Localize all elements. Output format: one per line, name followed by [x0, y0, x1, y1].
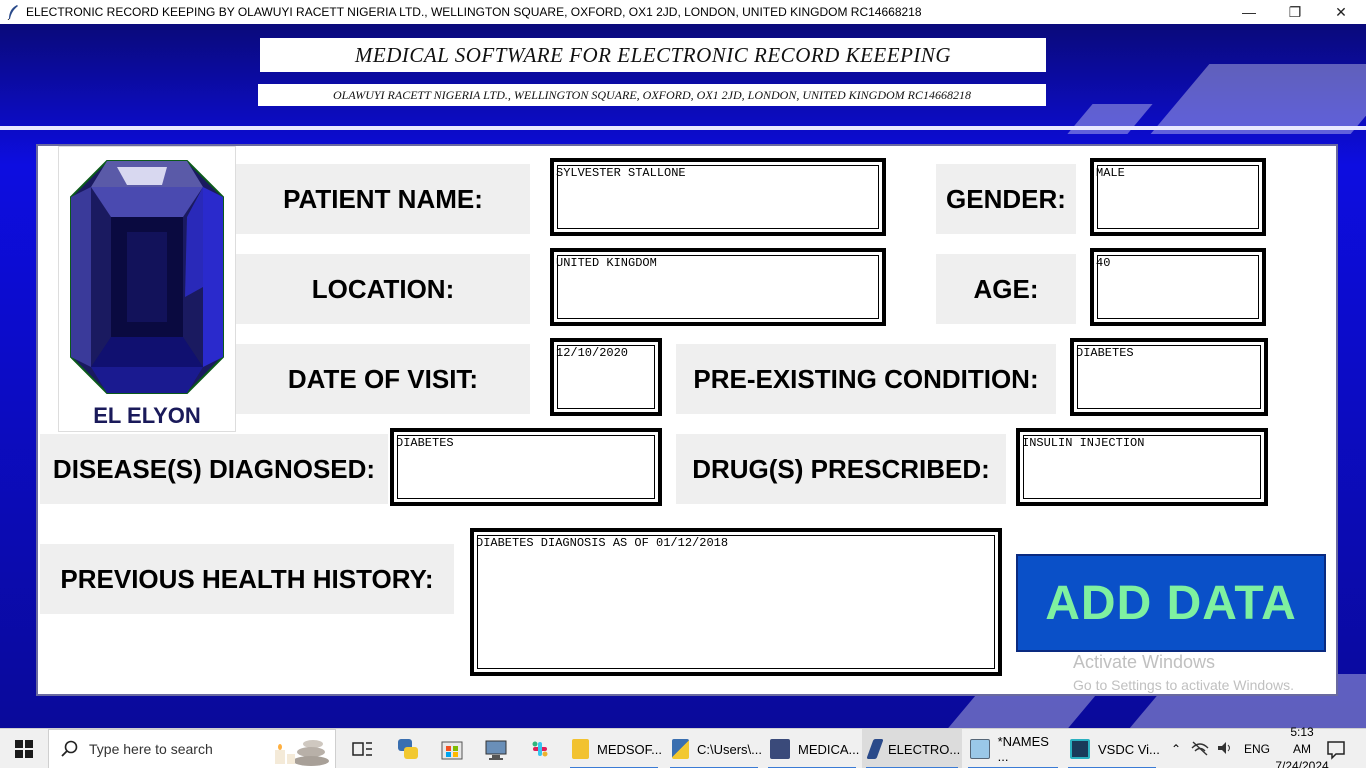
- folder-icon: [572, 739, 589, 759]
- taskbar-item-cmd[interactable]: C:\Users\...: [666, 729, 762, 768]
- age-field[interactable]: 40: [1090, 248, 1266, 326]
- clock-date: 7/24/2024: [1275, 758, 1329, 768]
- task-view-icon[interactable]: [348, 735, 376, 763]
- sapphire-gem-icon: [70, 160, 224, 394]
- diseases-diagnosed-label: DISEASE(S) DIAGNOSED:: [40, 434, 388, 504]
- drugs-prescribed-label: DRUG(S) PRESCRIBED:: [676, 434, 1006, 504]
- activate-windows-title: Activate Windows: [1073, 652, 1216, 672]
- taskbar-item-electro[interactable]: ELECTRO...: [862, 729, 962, 768]
- taskbar-item-label: MEDSOF...: [596, 741, 662, 757]
- gender-label: GENDER:: [936, 164, 1076, 234]
- taskbar-item-label: *NAMES ...: [997, 734, 1049, 764]
- app-window: MEDICAL SOFTWARE FOR ELECTRONIC RECORD K…: [0, 24, 1366, 728]
- microsoft-store-icon[interactable]: [438, 735, 466, 763]
- slack-icon[interactable]: [526, 735, 554, 763]
- maximize-button[interactable]: ❐: [1272, 0, 1318, 24]
- notification-icon[interactable]: [1322, 735, 1350, 763]
- decor-stripe: [943, 694, 1097, 728]
- feather-icon: [6, 4, 20, 21]
- company-subtitle-banner: OLAWUYI RACETT NIGERIA LTD., WELLINGTON …: [258, 84, 1046, 106]
- logo-caption: EL ELYON: [93, 403, 201, 428]
- search-icon: [61, 740, 78, 757]
- taskbar: Type here to search MEDSOF... C:\Users\.…: [0, 725, 1366, 768]
- clock-time: 5:13 AM: [1290, 724, 1314, 756]
- python-file-icon: [672, 739, 689, 759]
- taskbar-item-medsoft[interactable]: MEDSOF...: [566, 729, 662, 768]
- location-field[interactable]: UNITED KINGDOM: [550, 248, 886, 326]
- candles-decor-icon: [267, 736, 333, 766]
- logo-card: EL ELYON: [58, 146, 236, 432]
- taskbar-item-label: VSDC Vi...: [1098, 741, 1160, 757]
- taskbar-item-label: ELECTRO...: [888, 741, 961, 757]
- location-label: LOCATION:: [236, 254, 530, 324]
- health-history-label: PREVIOUS HEALTH HISTORY:: [40, 544, 454, 614]
- taskbar-item-vsdc[interactable]: VSDC Vi...: [1064, 729, 1160, 768]
- clock[interactable]: 5:13 AM 7/24/2024: [1275, 725, 1328, 768]
- window-title-bar: ELECTRONIC RECORD KEEPING BY OLAWUYI RAC…: [0, 0, 1366, 24]
- drugs-prescribed-field[interactable]: INSULIN INJECTION: [1016, 428, 1268, 506]
- patient-form-panel: EL ELYON PATIENT NAME: SYLVESTER STALLON…: [36, 144, 1338, 696]
- taskbar-item-label: C:\Users\...: [696, 741, 762, 757]
- chevron-up-icon[interactable]: ⌃: [1166, 742, 1186, 756]
- language-indicator[interactable]: ENG: [1244, 742, 1270, 756]
- network-offline-icon[interactable]: [1190, 740, 1214, 759]
- vsdc-icon: [1070, 739, 1090, 759]
- computer-management-icon[interactable]: [482, 735, 510, 763]
- app-title-banner: MEDICAL SOFTWARE FOR ELECTRONIC RECORD K…: [260, 38, 1046, 72]
- decor-stripe: [1150, 64, 1366, 134]
- patient-name-label: PATIENT NAME:: [236, 164, 530, 234]
- add-data-button[interactable]: ADD DATA: [1016, 554, 1326, 652]
- patient-name-field[interactable]: SYLVESTER STALLONE: [550, 158, 886, 236]
- diseases-diagnosed-field[interactable]: DIABETES: [390, 428, 662, 506]
- window-title: ELECTRONIC RECORD KEEPING BY OLAWUYI RAC…: [26, 5, 922, 19]
- taskbar-item-medica[interactable]: MEDICA...: [764, 729, 860, 768]
- taskbar-search-box[interactable]: Type here to search: [48, 729, 336, 768]
- system-tray: ⌃ ENG: [1166, 729, 1270, 768]
- pre-existing-condition-field[interactable]: DIABETES: [1070, 338, 1268, 416]
- age-label: AGE:: [936, 254, 1076, 324]
- pre-existing-condition-label: PRE-EXISTING CONDITION:: [676, 344, 1056, 414]
- search-placeholder: Type here to search: [89, 741, 213, 757]
- activate-windows-subtitle: Go to Settings to activate Windows.: [1073, 677, 1294, 693]
- python-feather-icon: [866, 739, 884, 759]
- header-divider: [0, 126, 1366, 130]
- start-button[interactable]: [0, 729, 48, 768]
- close-button[interactable]: ✕: [1318, 0, 1364, 24]
- volume-icon[interactable]: [1216, 740, 1238, 759]
- minimize-button[interactable]: —: [1226, 0, 1272, 24]
- notepad-icon: [970, 739, 990, 759]
- date-of-visit-label: DATE OF VISIT:: [236, 344, 530, 414]
- image-viewer-icon: [770, 739, 790, 759]
- health-history-field[interactable]: DIABETES DIAGNOSIS AS OF 01/12/2018: [470, 528, 1002, 676]
- taskbar-item-names[interactable]: *NAMES ...: [964, 729, 1062, 768]
- taskbar-item-label: MEDICA...: [798, 741, 860, 757]
- date-of-visit-field[interactable]: 12/10/2020: [550, 338, 662, 416]
- python-launcher-icon[interactable]: [394, 735, 422, 763]
- windows-logo-icon: [15, 740, 33, 758]
- gender-field[interactable]: MALE: [1090, 158, 1266, 236]
